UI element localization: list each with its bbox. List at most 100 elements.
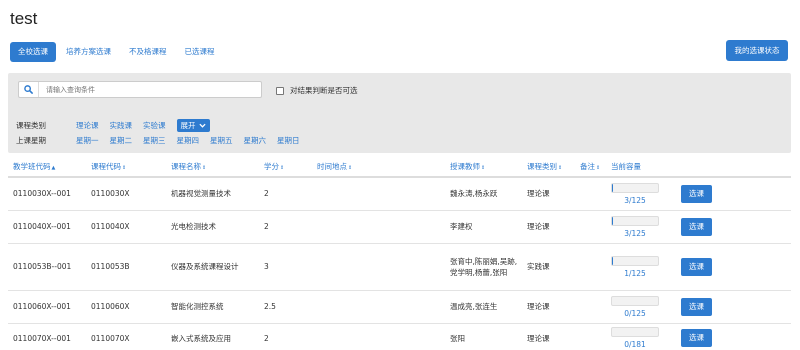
category-cell: 理论课: [522, 323, 575, 350]
select-course-button[interactable]: 选课: [681, 257, 712, 276]
course-code-cell: 0110030X: [86, 177, 166, 211]
class-code-cell: 0110030X--001: [8, 177, 86, 211]
tab-1[interactable]: 培养方案选课: [58, 42, 119, 62]
column-header-label: 课程代码: [91, 162, 121, 171]
table-row: 0110040X--001 0110040X 光电检测技术 2 李建权 理论课 3/125 选…: [8, 210, 791, 244]
capacity-bar-fill: [612, 256, 614, 265]
column-header-1[interactable]: 课程代码⇕: [86, 157, 166, 178]
column-header-4[interactable]: 时间地点⇕: [312, 157, 445, 178]
weekday-filter-label: 上课星期: [16, 136, 46, 145]
page-title: test: [10, 9, 38, 28]
time-place-cell: [312, 177, 445, 211]
category-option-0[interactable]: 理论课: [76, 120, 99, 131]
capacity-bar: [611, 295, 659, 306]
result-check-option[interactable]: 对结果判断是否可选: [276, 85, 358, 96]
search-box: [18, 81, 262, 98]
column-header-label: 当前容量: [611, 162, 641, 171]
teacher-cell: 张阳: [445, 323, 522, 350]
weekday-filter-row: 上课星期 星期一 星期二 星期三 星期四 星期五 星期六 星期日: [16, 135, 311, 146]
action-column-header: [676, 157, 791, 178]
action-cell: 选课: [676, 323, 791, 350]
weekday-option-1[interactable]: 星期二: [110, 135, 133, 146]
sort-icon[interactable]: ⇕: [280, 165, 284, 171]
note-cell: [575, 243, 606, 291]
category-cell: 理论课: [522, 177, 575, 211]
credit-cell: 2: [259, 323, 312, 350]
category-cell: 理论课: [522, 210, 575, 244]
category-option-2[interactable]: 实验课: [143, 120, 166, 131]
capacity-cell: 0/125: [606, 290, 676, 324]
weekday-option-6[interactable]: 星期日: [277, 135, 300, 146]
weekday-option-0[interactable]: 星期一: [76, 135, 99, 146]
column-header-label: 时间地点: [317, 162, 347, 171]
column-header-label: 学分: [264, 162, 279, 171]
note-cell: [575, 290, 606, 324]
column-header-5[interactable]: 授课教师⇕: [445, 157, 522, 178]
capacity-cell: 0/181: [606, 323, 676, 350]
column-header-3[interactable]: 学分⇕: [259, 157, 312, 178]
sort-icon[interactable]: ⇕: [481, 165, 485, 171]
capacity-text: 3/125: [624, 228, 646, 238]
capacity-text: 1/125: [624, 268, 646, 278]
select-course-button[interactable]: 选课: [681, 217, 712, 236]
credit-cell: 2: [259, 177, 312, 211]
sort-icon[interactable]: ⇕: [202, 165, 206, 171]
class-code-cell: 0110040X--001: [8, 210, 86, 244]
sort-icon[interactable]: ⇕: [348, 165, 352, 171]
course-name-cell: 光电检测技术: [166, 210, 259, 244]
course-code-cell: 0110040X: [86, 210, 166, 244]
column-header-label: 教学班代码: [13, 162, 51, 171]
category-filter-label: 课程类别: [16, 121, 46, 130]
expand-label: 展开: [180, 121, 196, 130]
note-cell: [575, 210, 606, 244]
category-option-1[interactable]: 实践课: [110, 120, 133, 131]
tab-2[interactable]: 不及格课程: [121, 42, 175, 62]
table-row: 0110070X--001 0110070X 嵌入式系统及应用 2 张阳 理论课 0/181…: [8, 323, 791, 350]
my-selection-status-button[interactable]: 我的选课状态: [726, 40, 788, 61]
time-place-cell: [312, 323, 445, 350]
class-code-cell: 0110053B--001: [8, 243, 86, 291]
capacity-bar: [611, 255, 659, 266]
sort-icon[interactable]: ⇕: [558, 165, 562, 171]
capacity-text: 0/181: [624, 340, 646, 349]
weekday-option-2[interactable]: 星期三: [143, 135, 166, 146]
time-place-cell: [312, 210, 445, 244]
capacity-cell: 1/125: [606, 243, 676, 291]
column-header-8[interactable]: 当前容量: [606, 157, 676, 178]
search-input[interactable]: [39, 82, 261, 97]
select-course-button[interactable]: 选课: [681, 297, 712, 316]
sort-asc-icon[interactable]: ▲: [52, 165, 56, 171]
weekday-option-5[interactable]: 星期六: [244, 135, 267, 146]
capacity-bar-fill: [612, 183, 614, 192]
teacher-cell: 温成亮,张连生: [445, 290, 522, 324]
chevron-down-icon: [198, 123, 206, 128]
tab-3[interactable]: 已选课程: [177, 42, 223, 62]
sort-icon[interactable]: ⇕: [596, 165, 600, 171]
select-course-button[interactable]: 选课: [681, 329, 712, 347]
expand-button[interactable]: 展开: [176, 119, 210, 132]
teacher-cell: 张育中,陈丽娟,吴跡,党学明,杨蕾,张阳: [445, 243, 522, 291]
table-row: 0110030X--001 0110030X 机器视觉测量技术 2 魏永涛,杨永跃 理论课…: [8, 177, 791, 211]
column-header-7[interactable]: 备注⇕: [575, 157, 606, 178]
action-cell: 选课: [676, 243, 791, 291]
result-check-checkbox[interactable]: [276, 86, 284, 95]
column-header-label: 授课教师: [450, 162, 480, 171]
course-code-cell: 0110053B: [86, 243, 166, 291]
credit-cell: 2.5: [259, 290, 312, 324]
class-code-cell: 0110070X--001: [8, 323, 86, 350]
capacity-text: 3/125: [624, 195, 646, 205]
course-code-cell: 0110070X: [86, 323, 166, 350]
column-header-2[interactable]: 课程名称⇕: [166, 157, 259, 178]
column-header-0[interactable]: 教学班代码▲: [8, 157, 86, 178]
search-icon[interactable]: [19, 82, 39, 97]
column-header-label: 课程类别: [527, 162, 557, 171]
tab-0[interactable]: 全校选课: [10, 42, 56, 62]
sort-icon[interactable]: ⇕: [122, 165, 126, 171]
weekday-option-4[interactable]: 星期五: [210, 135, 233, 146]
select-course-button[interactable]: 选课: [681, 184, 712, 203]
capacity-bar: [611, 215, 659, 226]
course-name-cell: 嵌入式系统及应用: [166, 323, 259, 350]
column-header-6[interactable]: 课程类别⇕: [522, 157, 575, 178]
column-header-label: 备注: [580, 162, 595, 171]
weekday-option-3[interactable]: 星期四: [177, 135, 200, 146]
